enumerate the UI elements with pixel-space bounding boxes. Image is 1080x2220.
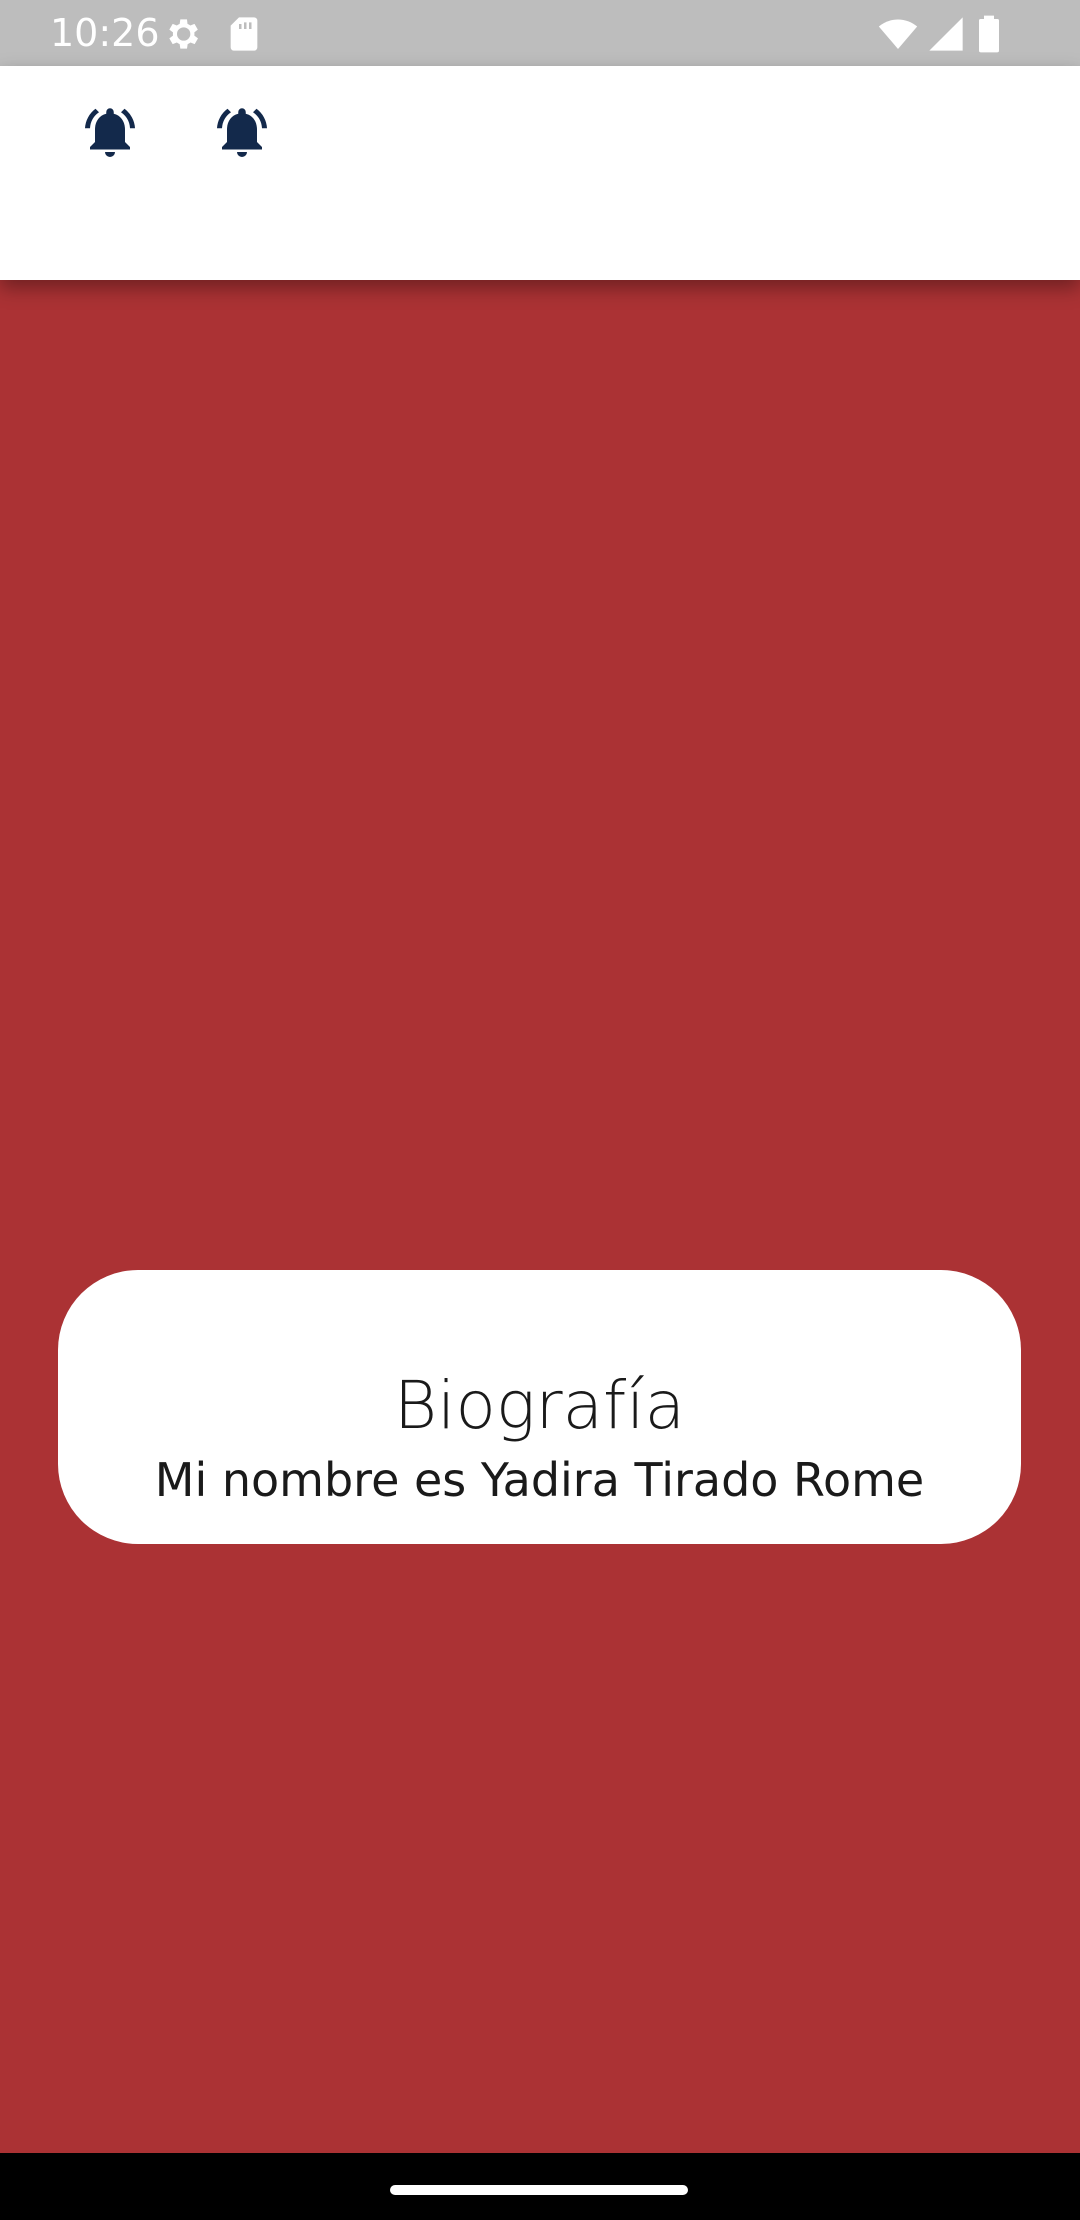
home-gesture-handle[interactable] bbox=[390, 2185, 688, 2195]
biography-card[interactable]: Biografía Mi nombre es Yadira Tirado Rom… bbox=[58, 1270, 1021, 1544]
sd-card-icon bbox=[224, 14, 264, 54]
cellular-signal-icon bbox=[926, 14, 966, 54]
biography-title: Biografía bbox=[393, 1367, 686, 1444]
wifi-icon bbox=[878, 14, 918, 54]
app-bar bbox=[0, 66, 1080, 280]
content-area: Biografía Mi nombre es Yadira Tirado Rom… bbox=[0, 280, 1080, 2153]
settings-icon bbox=[162, 14, 202, 54]
notification-bell-icon[interactable] bbox=[80, 102, 140, 162]
screen: 10:26 Biografía Mi nombre es Yadira Tira… bbox=[0, 0, 1080, 2220]
status-bar: 10:26 bbox=[0, 0, 1080, 66]
biography-text: Mi nombre es Yadira Tirado Rome bbox=[154, 1453, 925, 1507]
navigation-bar bbox=[0, 2153, 1080, 2220]
notification-bell-icon[interactable] bbox=[212, 102, 272, 162]
status-time: 10:26 bbox=[50, 11, 160, 55]
battery-icon bbox=[972, 14, 1006, 54]
